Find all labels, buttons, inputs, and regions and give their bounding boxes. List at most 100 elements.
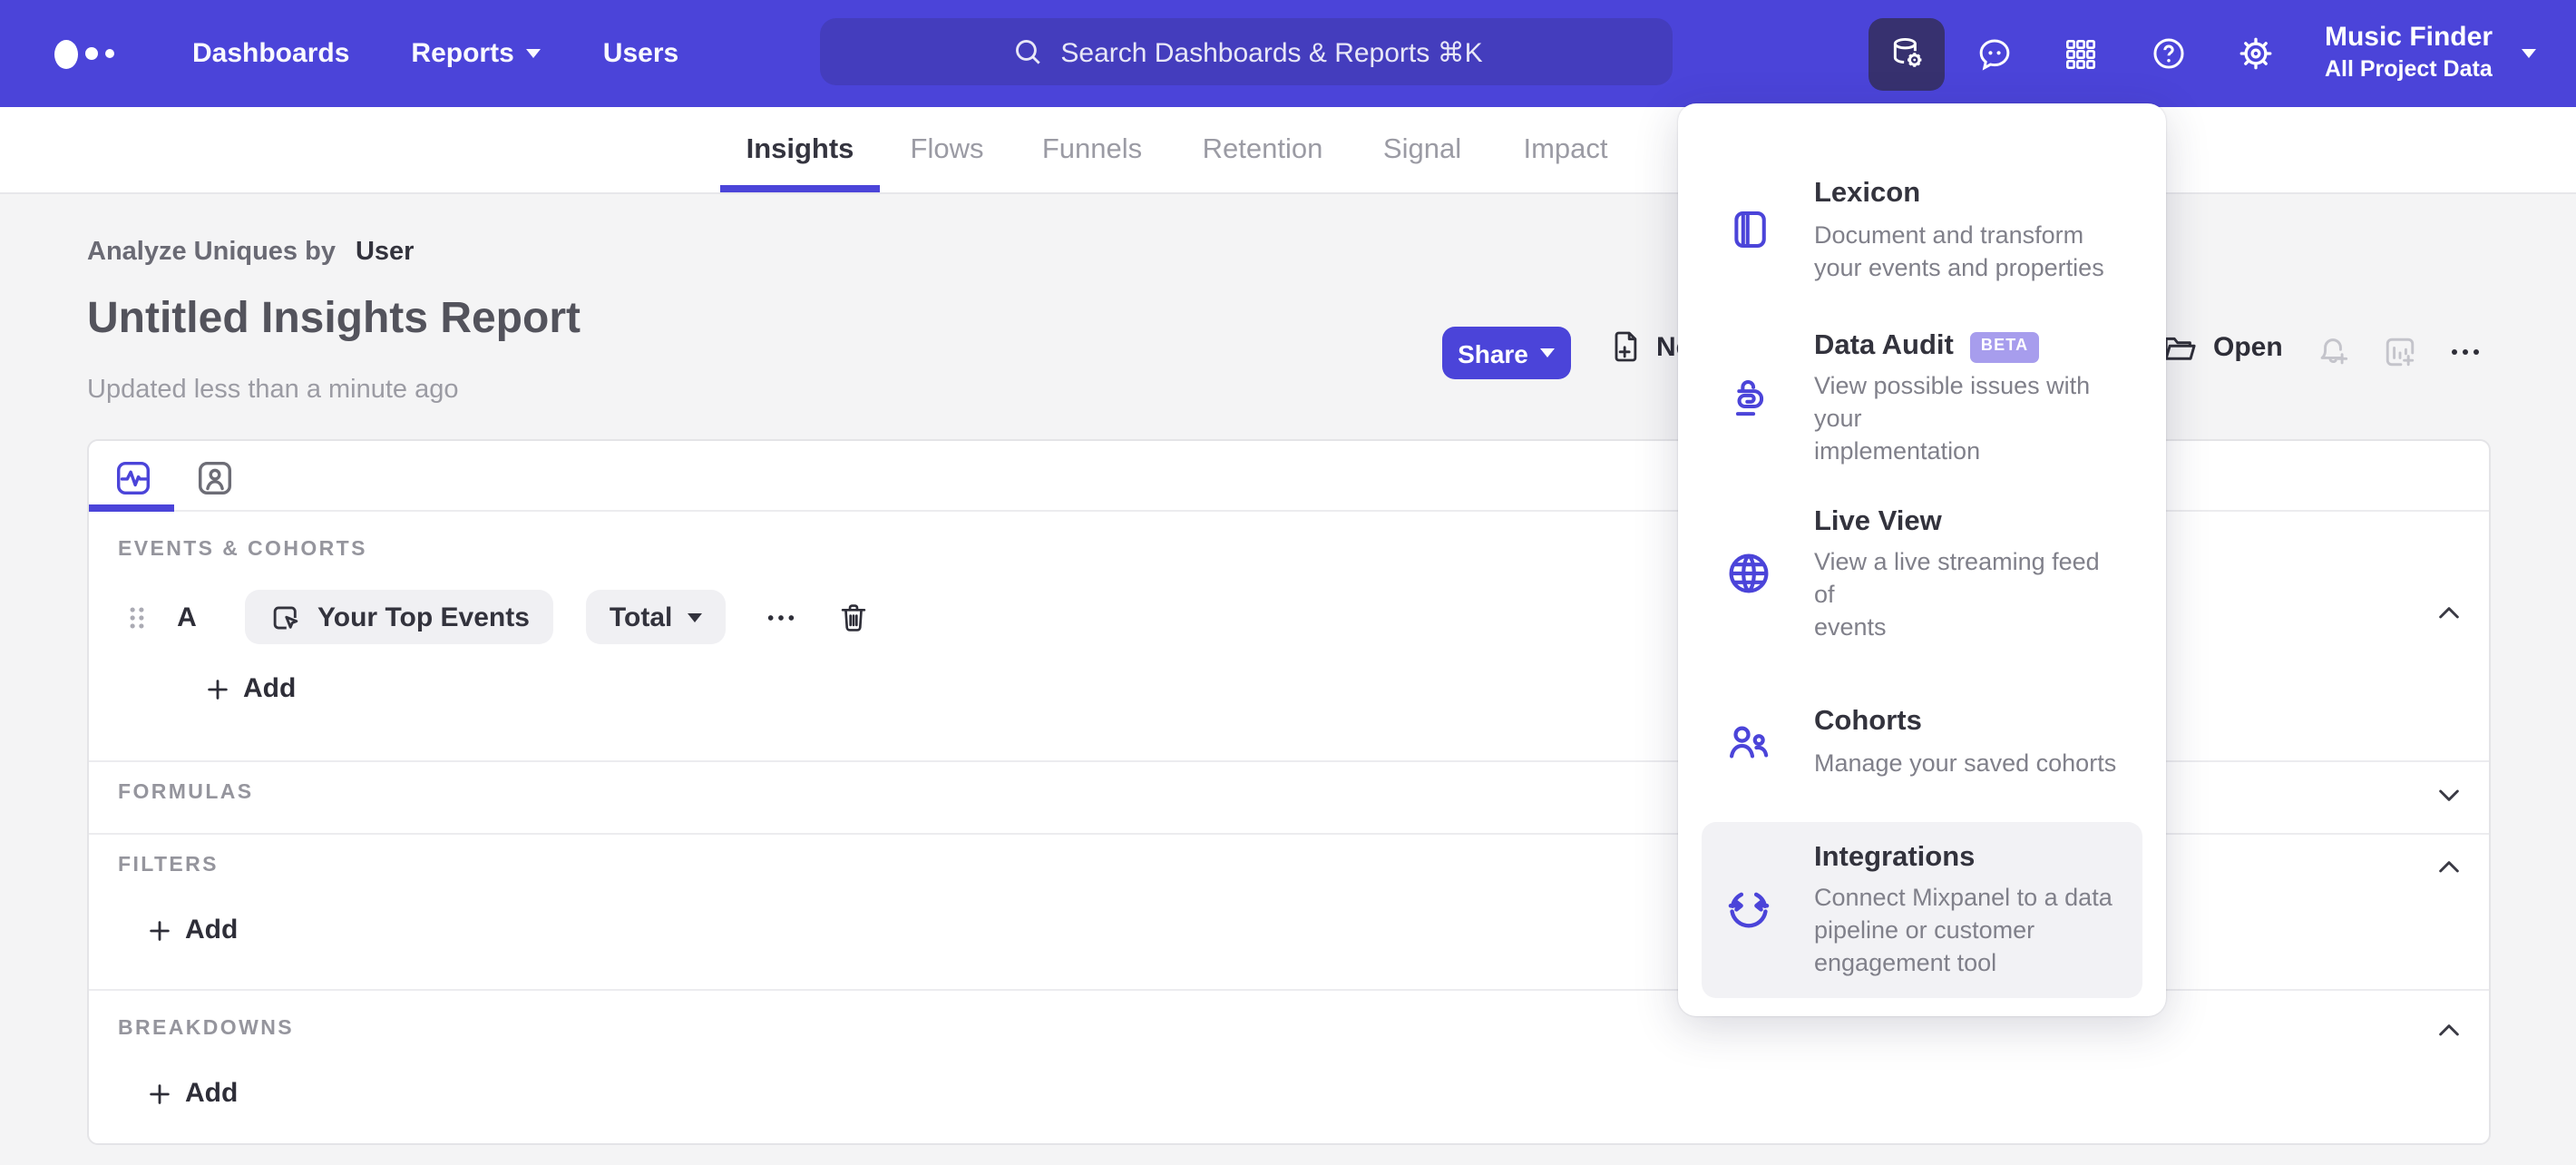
menu-item-title: Data Audit <box>1814 330 1954 361</box>
project-selector[interactable]: Music Finder All Project Data <box>2325 23 2493 85</box>
pulse-chart-icon <box>115 460 150 494</box>
header-icons: Music Finder All Project Data <box>1864 0 2576 107</box>
project-chevron-down-icon[interactable] <box>2522 49 2536 58</box>
add-label: Add <box>243 673 297 704</box>
row-more-menu[interactable] <box>765 603 795 631</box>
top-nav-bar: Dashboards Reports Users Search Dashboar… <box>0 0 2576 107</box>
report-type-tabs: Insights Flows Funnels Retention Signal … <box>0 107 2576 194</box>
chevron-down-icon <box>2439 789 2459 801</box>
open-folder-icon <box>2164 337 2196 360</box>
tab-impact[interactable]: Impact <box>1523 107 1607 192</box>
menu-item-desc: Document and transform your events and p… <box>1814 220 2104 281</box>
tab-retention[interactable]: Retention <box>1203 107 1323 192</box>
apps-grid-icon[interactable] <box>2044 17 2120 90</box>
more-dots-icon <box>767 614 794 620</box>
chevron-up-icon <box>2439 861 2459 873</box>
header-nav: Dashboards Reports Users <box>192 38 678 69</box>
breakdowns-collapse-button[interactable] <box>2435 1016 2464 1045</box>
open-report-button[interactable]: Open <box>2161 328 2283 367</box>
filters-collapse-button[interactable] <box>2435 853 2464 882</box>
row-delete-button[interactable] <box>835 600 870 634</box>
add-to-board-button[interactable] <box>2380 332 2420 372</box>
data-management-menu: Lexicon Document and transform your even… <box>1678 103 2166 1016</box>
add-breakdown-button[interactable]: Add <box>147 1078 238 1109</box>
share-label: Share <box>1458 338 1528 367</box>
nav-users-label: Users <box>602 38 679 69</box>
menu-item-title: Lexicon <box>1814 178 1921 210</box>
book-icon <box>1722 203 1776 258</box>
chevron-down-icon <box>526 49 542 58</box>
active-view-indicator <box>89 504 174 512</box>
tab-insights[interactable]: Insights <box>746 107 854 192</box>
help-icon[interactable] <box>2131 17 2207 90</box>
project-scope: All Project Data <box>2324 56 2493 83</box>
drag-handle[interactable] <box>125 603 149 631</box>
data-audit-icon <box>1722 371 1776 426</box>
nav-reports-label: Reports <box>411 38 514 69</box>
tab-signal[interactable]: Signal <box>1383 107 1461 192</box>
chevron-up-icon <box>2439 607 2459 619</box>
metric-chevron-down-icon <box>687 612 702 622</box>
open-label: Open <box>2213 332 2283 363</box>
report-title[interactable]: Untitled Insights Report <box>87 294 581 345</box>
plus-icon <box>208 679 228 699</box>
analyze-line: Analyze Uniques by User <box>87 238 414 267</box>
menu-item-title: Live View <box>1814 505 1942 537</box>
analyze-entity-dropdown[interactable]: User <box>356 238 415 267</box>
nav-users[interactable]: Users <box>603 38 678 69</box>
bell-plus-icon <box>2320 338 2348 365</box>
events-view-tab[interactable] <box>109 454 156 501</box>
analyze-prefix: Analyze Uniques by <box>87 238 336 267</box>
report-more-menu[interactable] <box>2449 338 2482 367</box>
tab-funnels[interactable]: Funnels <box>1042 107 1142 192</box>
integrations-icon <box>1722 882 1776 936</box>
menu-item-lexicon[interactable]: Lexicon Document and transform your even… <box>1678 151 2166 310</box>
row-letter: A <box>177 602 197 632</box>
settings-gear-icon[interactable] <box>2218 17 2294 90</box>
beta-badge: BETA <box>1969 331 2040 363</box>
formulas-section-label: FORMULAS <box>118 782 254 804</box>
cohorts-icon <box>1722 715 1776 769</box>
formulas-expand-button[interactable] <box>2435 780 2464 809</box>
menu-item-desc: Manage your saved cohorts <box>1814 749 2117 777</box>
project-name: Music Finder <box>2324 22 2493 54</box>
search-icon <box>1015 40 1040 64</box>
add-filter-button[interactable]: Add <box>147 915 238 945</box>
event-name: Your Top Events <box>317 602 530 632</box>
menu-item-cohorts[interactable]: Cohorts Manage your saved cohorts <box>1678 662 2166 822</box>
plus-icon <box>150 1083 170 1103</box>
menu-item-live-view[interactable]: Live View View a live streaming feed of … <box>1678 486 2166 662</box>
profiles-view-tab[interactable] <box>190 454 238 501</box>
menu-item-title: Cohorts <box>1814 706 1922 738</box>
events-section-label: EVENTS & COHORTS <box>118 539 367 561</box>
nav-reports[interactable]: Reports <box>411 38 542 69</box>
breakdowns-section-label: BREAKDOWNS <box>118 1018 294 1040</box>
nav-dashboards[interactable]: Dashboards <box>192 38 349 69</box>
menu-item-desc: Connect Mixpanel to a data pipeline or c… <box>1814 884 2113 976</box>
add-label: Add <box>185 915 239 945</box>
menu-item-data-audit[interactable]: Data Audit BETA View possible issues wit… <box>1678 310 2166 486</box>
mixpanel-logo-icon[interactable] <box>54 39 134 68</box>
trash-icon <box>841 603 865 631</box>
tab-flows[interactable]: Flows <box>911 107 984 192</box>
events-collapse-button[interactable] <box>2435 599 2464 628</box>
add-event-button[interactable]: Add <box>205 673 296 704</box>
nav-dashboards-label: Dashboards <box>192 38 350 69</box>
share-chevron-down-icon <box>1540 348 1556 357</box>
search-input[interactable]: Search Dashboards & Reports ⌘K <box>820 18 1673 85</box>
share-button[interactable]: Share <box>1442 327 1571 379</box>
active-tab-indicator <box>720 185 880 192</box>
more-dots-icon <box>2452 349 2479 355</box>
menu-item-desc: View a live streaming feed of events <box>1814 548 2100 641</box>
plus-icon <box>150 920 170 940</box>
metric-selector[interactable]: Total <box>585 590 726 644</box>
event-selector[interactable]: Your Top Events <box>245 590 553 644</box>
data-management-icon[interactable] <box>1869 17 1946 90</box>
menu-item-desc: View possible issues with your implement… <box>1814 372 2091 465</box>
new-document-icon <box>1615 331 1637 362</box>
create-alert-button[interactable] <box>2313 332 2353 372</box>
search-placeholder: Search Dashboards & Reports ⌘K <box>1060 37 1483 68</box>
feedback-icon[interactable] <box>1956 17 2033 90</box>
menu-item-integrations[interactable]: Integrations Connect Mixpanel to a data … <box>1678 821 2166 998</box>
profile-card-icon <box>197 460 231 494</box>
